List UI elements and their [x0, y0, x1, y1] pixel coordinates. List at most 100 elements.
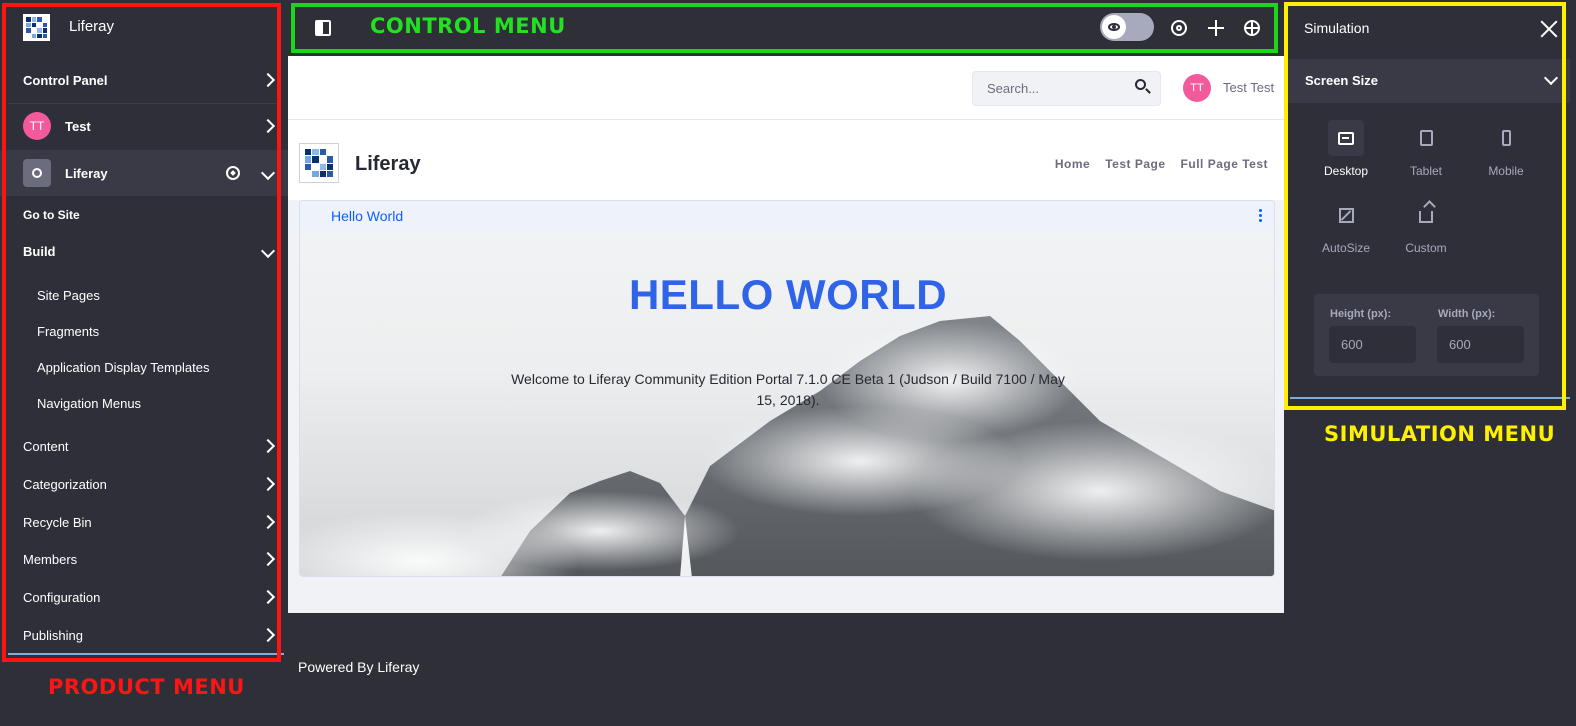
user-item[interactable]: TT Test: [0, 108, 288, 144]
chevron-right-icon: [260, 438, 276, 454]
width-input[interactable]: [1437, 326, 1524, 363]
simulation-menu: Simulation Screen Size Desktop Tablet Mo…: [1284, 0, 1576, 726]
device-custom-button[interactable]: Custom: [1391, 197, 1461, 255]
sidebar-item-categorization[interactable]: Categorization: [0, 473, 288, 495]
hero-text: Welcome to Liferay Community Edition Por…: [511, 371, 1065, 408]
portlet-title: Hello World: [331, 208, 404, 224]
device-label: AutoSize: [1321, 241, 1371, 255]
product-menu-annotation: PRODUCT MENU: [48, 675, 245, 699]
site-name[interactable]: Liferay: [355, 153, 421, 176]
sidebar-item-navigation-menus[interactable]: Navigation Menus: [0, 392, 288, 414]
dimensions-panel: Height (px): Width (px):: [1314, 294, 1539, 376]
page-content: TT Test Test Liferay Home Test Page Full…: [288, 56, 1284, 613]
gear-icon[interactable]: [1171, 20, 1187, 36]
user-name[interactable]: Test Test: [1223, 80, 1274, 95]
nav-link-test-page[interactable]: Test Page: [1105, 157, 1165, 171]
device-tablet-button[interactable]: Tablet: [1391, 120, 1461, 178]
hero-title: HELLO WORLD: [628, 271, 948, 318]
site-item[interactable]: Liferay: [0, 150, 288, 196]
device-label: Tablet: [1409, 164, 1443, 178]
add-icon[interactable]: [1208, 20, 1224, 36]
device-label: Mobile: [1488, 164, 1524, 178]
product-menu-header: Liferay: [0, 0, 288, 54]
build-label: Build: [23, 243, 56, 259]
user-avatar: TT: [23, 112, 51, 140]
width-label: Width (px):: [1438, 308, 1496, 320]
liferay-logo-icon[interactable]: [23, 14, 50, 41]
divider: [8, 103, 280, 104]
chevron-down-icon: [1543, 70, 1559, 86]
chevron-right-icon: [260, 551, 276, 567]
sidebar-item-label: Configuration: [23, 589, 101, 605]
product-menu-toggle-icon[interactable]: [315, 20, 331, 36]
go-to-site-label: Go to Site: [23, 208, 80, 222]
preview-toggle[interactable]: [1100, 13, 1154, 41]
search-icon[interactable]: [1135, 79, 1146, 90]
hello-world-portlet: Hello World HELLO WORLD Welcome to Lifer…: [299, 200, 1275, 577]
site-nav: Home Test Page Full Page Test: [1055, 157, 1268, 171]
sidebar-item-label: Publishing: [23, 627, 83, 643]
sidebar-item-site-pages[interactable]: Site Pages: [0, 284, 288, 306]
go-to-site-link[interactable]: Go to Site: [0, 204, 288, 226]
chevron-right-icon: [260, 589, 276, 605]
sidebar-item-members[interactable]: Members: [0, 548, 288, 570]
sidebar-item-label: Navigation Menus: [37, 395, 142, 411]
divider: [8, 653, 284, 655]
sidebar-item-fragments[interactable]: Fragments: [0, 320, 288, 342]
user-name-label: Test: [65, 118, 91, 134]
portlet-topper: Hello World: [300, 201, 1274, 231]
footer-text: Powered By Liferay: [298, 659, 420, 675]
simulation-title: Simulation: [1304, 20, 1370, 36]
sidebar-item-label: Categorization: [23, 476, 107, 492]
chevron-right-icon: [260, 72, 276, 88]
compass-icon[interactable]: [226, 166, 240, 180]
sidebar-item-label: Recycle Bin: [23, 514, 92, 530]
product-menu-title[interactable]: Liferay: [69, 18, 114, 35]
page-header: TT Test Test: [288, 56, 1284, 120]
sidebar-item-label: Site Pages: [37, 287, 100, 303]
search-box: [972, 71, 1161, 106]
mobile-icon: [1488, 120, 1524, 156]
sidebar-item-label: Members: [23, 551, 78, 567]
site-name-label: Liferay: [65, 165, 108, 181]
product-menu: Liferay Control Panel TT Test Liferay Go…: [0, 0, 288, 726]
site-logo-icon[interactable]: [299, 143, 339, 183]
sidebar-item-content[interactable]: Content: [0, 435, 288, 457]
sidebar-item-publishing[interactable]: Publishing: [0, 624, 288, 646]
device-label: Desktop: [1323, 164, 1369, 178]
close-icon[interactable]: [1540, 20, 1558, 38]
sidebar-item-label: Fragments: [37, 323, 100, 339]
control-menu-annotation: CONTROL MENU: [370, 14, 566, 38]
device-autosize-button[interactable]: AutoSize: [1311, 197, 1381, 255]
search-input[interactable]: [973, 72, 1123, 105]
simulation-menu-annotation: SIMULATION MENU: [1324, 422, 1556, 446]
height-label: Height (px):: [1330, 308, 1392, 320]
chevron-right-icon: [260, 118, 276, 134]
chevron-right-icon: [260, 627, 276, 643]
tablet-icon: [1408, 120, 1444, 156]
device-mobile-button[interactable]: Mobile: [1471, 120, 1541, 178]
avatar[interactable]: TT: [1183, 74, 1211, 102]
divider: [1290, 397, 1570, 399]
screen-size-label: Screen Size: [1305, 73, 1378, 88]
sidebar-item-label: Application Display Templates: [37, 359, 210, 375]
site-icon: [23, 159, 51, 187]
device-desktop-button[interactable]: Desktop: [1311, 120, 1381, 178]
sidebar-item-configuration[interactable]: Configuration: [0, 586, 288, 608]
sidebar-item-recycle-bin[interactable]: Recycle Bin: [0, 511, 288, 533]
nav-link-home[interactable]: Home: [1055, 157, 1090, 171]
autosize-icon: [1328, 197, 1364, 233]
nav-link-full-page-test[interactable]: Full Page Test: [1181, 157, 1268, 171]
screen-size-panel-header[interactable]: Screen Size: [1288, 59, 1570, 103]
simulation-icon[interactable]: [1244, 20, 1260, 36]
device-label: Custom: [1405, 241, 1447, 255]
kebab-menu-icon[interactable]: [1259, 209, 1263, 225]
chevron-down-icon[interactable]: [260, 165, 276, 181]
control-panel-label: Control Panel: [23, 72, 108, 88]
build-section[interactable]: Build: [0, 240, 288, 262]
page-footer: Powered By Liferay: [288, 613, 1284, 726]
sidebar-item-application-display-templates[interactable]: Application Display Templates: [0, 356, 288, 378]
control-panel-item[interactable]: Control Panel: [0, 62, 288, 98]
chevron-right-icon: [260, 514, 276, 530]
height-input[interactable]: [1329, 326, 1416, 363]
